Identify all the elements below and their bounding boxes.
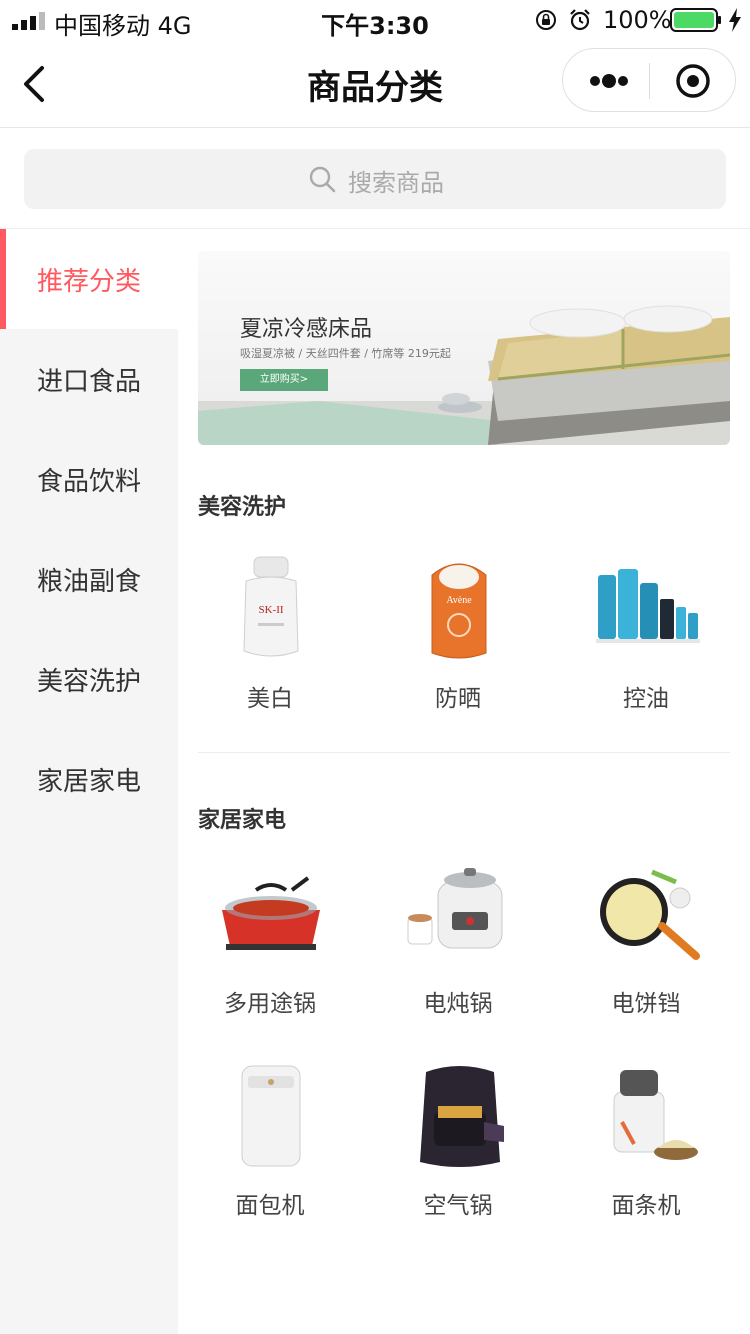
product-label: 空气锅 <box>423 1193 493 1219</box>
product-label: 电炖锅 <box>423 991 493 1017</box>
serum-bottle-icon: SK-II <box>243 556 299 657</box>
mini-program-capsule <box>562 48 736 112</box>
orientation-lock-icon <box>536 10 556 30</box>
product-label: 多用途锅 <box>224 991 316 1017</box>
sidebar-item-label: 家居家电 <box>37 767 142 797</box>
capsule-divider <box>649 63 650 99</box>
product-label: 面条机 <box>611 1193 681 1219</box>
battery-percent: 100% <box>603 6 672 34</box>
category-content: 夏凉冷感床品 吸湿夏凉被 / 天丝四件套 / 竹席等 219元起 立即购买> 美… <box>178 229 750 1334</box>
banner-title: 夏凉冷感床品 <box>240 317 373 342</box>
product-multi-pot[interactable]: 多用途锅 <box>178 860 358 1040</box>
sidebar-item-grain-oil[interactable]: 粮油副食 <box>0 529 178 629</box>
noodle-maker-icon <box>613 1070 698 1160</box>
charging-icon <box>729 8 741 32</box>
electric-stew-pot-icon <box>407 868 503 949</box>
more-options-icon[interactable] <box>589 71 629 91</box>
sidebar-item-beauty-care[interactable]: 美容洗护 <box>0 629 178 729</box>
product-sunscreen[interactable]: Avène 防晒 <box>366 555 546 735</box>
product-bread-maker[interactable]: 面包机 <box>178 1062 358 1242</box>
promo-banner[interactable]: 夏凉冷感床品 吸湿夏凉被 / 天丝四件套 / 竹席等 219元起 立即购买> <box>198 251 730 445</box>
close-mini-program-icon[interactable] <box>675 63 711 99</box>
search-area: 搜索商品 <box>0 128 750 229</box>
status-bar: 中国移动 4G 下午3:30 100% <box>0 0 750 40</box>
svg-text:Avène: Avène <box>446 595 472 606</box>
search-placeholder: 搜索商品 <box>348 169 444 197</box>
section-title-beauty: 美容洗护 <box>198 495 287 520</box>
search-input[interactable]: 搜索商品 <box>24 149 726 209</box>
battery-icon <box>670 8 721 32</box>
product-noodle-maker[interactable]: 面条机 <box>554 1062 734 1242</box>
banner-subtitle: 吸湿夏凉被 / 天丝四件套 / 竹席等 219元起 <box>240 347 451 360</box>
skincare-set-icon <box>596 569 700 643</box>
navigation-bar: 商品分类 <box>0 40 750 128</box>
sidebar-item-imported-food[interactable]: 进口食品 <box>0 329 178 429</box>
product-stew-pot[interactable]: 电炖锅 <box>366 860 546 1040</box>
sidebar-item-label: 粮油副食 <box>37 567 142 597</box>
product-label: 面包机 <box>235 1193 305 1219</box>
sidebar-item-home-appliances[interactable]: 家居家电 <box>0 729 178 829</box>
svg-text:SK-II: SK-II <box>258 604 283 616</box>
product-label: 电饼铛 <box>611 991 681 1017</box>
banner-buy-button[interactable]: 立即购买> <box>240 369 328 391</box>
sidebar-item-recommended[interactable]: 推荐分类 <box>0 229 178 329</box>
electric-hot-pot-icon <box>222 876 320 950</box>
section-divider <box>198 752 730 753</box>
product-label: 控油 <box>623 686 669 712</box>
sunscreen-icon: Avène <box>431 563 487 659</box>
product-air-fryer[interactable]: 空气锅 <box>366 1062 546 1242</box>
product-oil-control[interactable]: 控油 <box>554 555 734 735</box>
alarm-icon <box>570 9 590 31</box>
air-fryer-icon <box>420 1066 504 1167</box>
sidebar-item-label: 美容洗护 <box>37 667 142 697</box>
sidebar-item-food-drinks[interactable]: 食品饮料 <box>0 429 178 529</box>
category-sidebar: 推荐分类 进口食品 食品饮料 粮油副食 美容洗护 家居家电 <box>0 229 178 1334</box>
product-label: 防晒 <box>435 686 481 712</box>
product-whitening[interactable]: SK-II 美白 <box>178 555 358 735</box>
sidebar-item-label: 食品饮料 <box>37 467 142 497</box>
product-crepe-maker[interactable]: 电饼铛 <box>554 860 734 1040</box>
crepe-maker-icon <box>600 869 700 960</box>
sidebar-item-label: 推荐分类 <box>37 267 142 297</box>
product-label: 美白 <box>247 686 293 712</box>
bread-maker-icon <box>241 1065 301 1167</box>
search-icon <box>309 166 336 193</box>
section-title-home-appliances: 家居家电 <box>198 808 287 833</box>
sidebar-item-label: 进口食品 <box>37 367 142 397</box>
